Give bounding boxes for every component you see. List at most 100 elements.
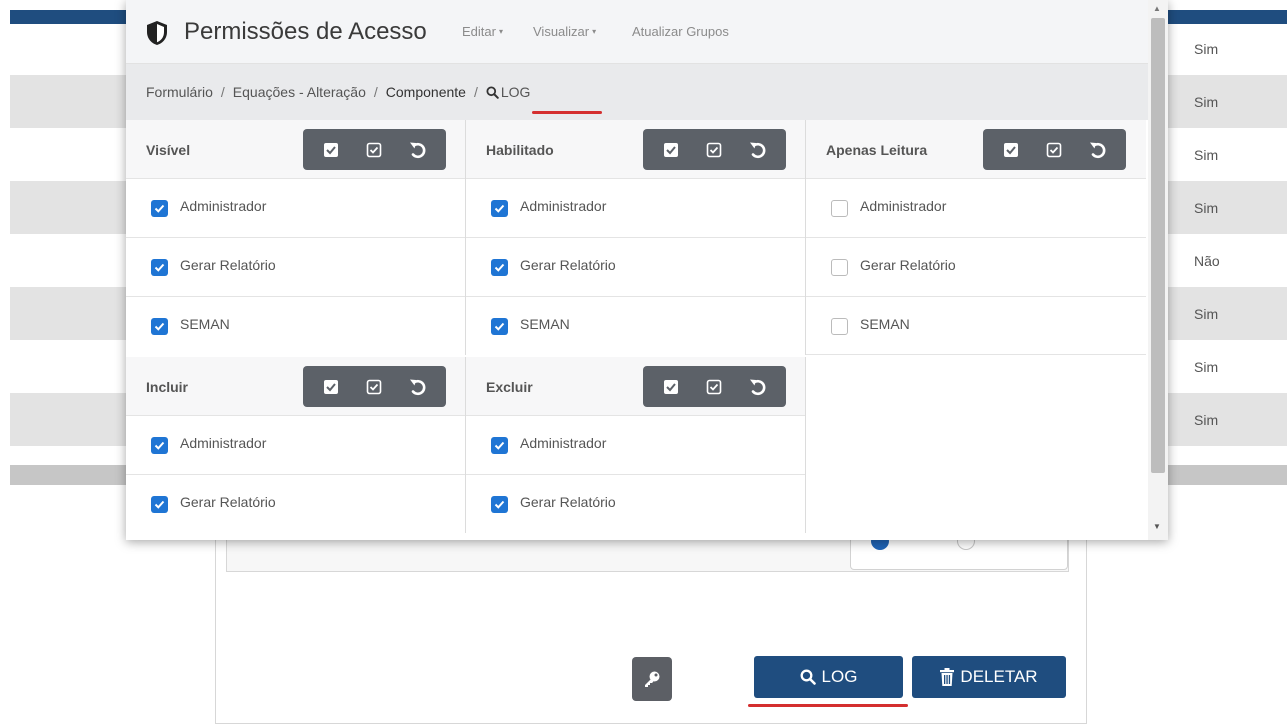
menu-refresh-groups[interactable]: Atualizar Grupos	[632, 24, 729, 39]
undo-button[interactable]	[744, 136, 772, 164]
check-icon	[154, 441, 165, 450]
permission-label: Gerar Relatório	[180, 494, 276, 510]
checkbox-checked[interactable]	[151, 496, 168, 513]
check-all-icon	[323, 379, 338, 394]
undo-button[interactable]	[1084, 136, 1112, 164]
breadcrumb-component[interactable]: Componente	[386, 84, 466, 100]
check-icon	[154, 263, 165, 272]
column-title: Apenas Leitura	[826, 142, 928, 158]
undo-button[interactable]	[744, 373, 772, 401]
table-cell-value: Sim	[1194, 94, 1219, 110]
breadcrumb-separator: /	[373, 84, 378, 100]
column-header: Apenas Leitura	[806, 120, 1146, 178]
column-button-group	[643, 129, 786, 170]
permission-item[interactable]: Administrador	[126, 178, 465, 237]
log-button[interactable]: LOG	[754, 656, 903, 698]
undo-button[interactable]	[404, 373, 432, 401]
permission-label: Gerar Relatório	[520, 257, 616, 273]
checkbox-checked[interactable]	[151, 259, 168, 276]
breadcrumb: Formulário / Equações - Alteração / Comp…	[126, 64, 1148, 120]
permission-item[interactable]: Gerar Relatório	[466, 237, 805, 296]
checkbox-checked[interactable]	[151, 437, 168, 454]
permission-label: Administrador	[860, 198, 947, 214]
checkbox-checked[interactable]	[151, 318, 168, 335]
check-all-icon	[663, 379, 678, 394]
modal-title: Permissões de Acesso	[184, 18, 427, 45]
menu-edit[interactable]: Editar ▾	[462, 24, 503, 39]
breadcrumb-log-highlight	[532, 111, 602, 114]
check-icon	[154, 500, 165, 509]
table-cell-value: Sim	[1194, 147, 1219, 163]
check-icon	[494, 500, 505, 509]
permission-item[interactable]: Administrador	[806, 178, 1146, 237]
permission-item[interactable]: SEMAN	[466, 296, 805, 355]
breadcrumb-equations[interactable]: Equações - Alteração	[233, 84, 366, 100]
checkbox-checked[interactable]	[491, 496, 508, 513]
permission-item[interactable]: Gerar Relatório	[126, 237, 465, 296]
search-icon	[486, 85, 499, 99]
permission-label: Administrador	[180, 198, 267, 214]
check-icon	[494, 263, 505, 272]
check-square-button[interactable]	[360, 373, 388, 401]
permissions-key-button[interactable]	[632, 657, 672, 701]
check-all-button[interactable]	[657, 373, 685, 401]
check-all-button[interactable]	[317, 373, 345, 401]
breadcrumb-log-label: LOG	[500, 84, 531, 100]
check-square-icon	[367, 379, 382, 394]
checkbox-unchecked[interactable]	[831, 318, 848, 335]
checkbox-checked[interactable]	[491, 259, 508, 276]
table-cell-value: Não	[1194, 253, 1220, 269]
column-title: Habilitado	[486, 142, 554, 158]
check-square-button[interactable]	[360, 136, 388, 164]
check-all-icon	[663, 142, 678, 157]
column-title: Incluir	[146, 379, 189, 395]
column-header: Habilitado	[466, 120, 805, 178]
permission-item[interactable]: Administrador	[466, 415, 805, 474]
check-icon	[494, 322, 505, 331]
column-button-group	[303, 366, 446, 407]
permission-item[interactable]: Administrador	[126, 415, 465, 474]
delete-button[interactable]: DELETAR	[912, 656, 1066, 698]
check-icon	[154, 322, 165, 331]
permission-item[interactable]: Gerar Relatório	[806, 237, 1146, 296]
permission-item[interactable]: SEMAN	[806, 296, 1146, 355]
breadcrumb-separator: /	[473, 84, 478, 100]
scroll-down-arrow-icon[interactable]: ▼	[1153, 522, 1161, 531]
check-all-button[interactable]	[997, 136, 1025, 164]
caret-down-icon: ▾	[498, 27, 503, 36]
permission-label: SEMAN	[180, 316, 230, 332]
permission-column-enabled: Habilitado Administrador Gerar Relatório…	[466, 120, 806, 355]
undo-icon	[410, 142, 426, 158]
column-button-group	[303, 129, 446, 170]
check-square-icon	[707, 142, 722, 157]
table-cell-value: Sim	[1194, 306, 1219, 322]
permission-item[interactable]: Gerar Relatório	[126, 474, 465, 533]
breadcrumb-log[interactable]: LOG	[486, 84, 531, 100]
permission-item[interactable]: Gerar Relatório	[466, 474, 805, 533]
check-all-button[interactable]	[657, 136, 685, 164]
checkbox-unchecked[interactable]	[831, 200, 848, 217]
column-button-group	[643, 366, 786, 407]
checkbox-checked[interactable]	[491, 200, 508, 217]
check-all-button[interactable]	[317, 136, 345, 164]
permission-label: Administrador	[520, 435, 607, 451]
checkbox-checked[interactable]	[151, 200, 168, 217]
checkbox-unchecked[interactable]	[831, 259, 848, 276]
trash-icon	[940, 668, 955, 686]
menu-edit-label: Editar	[462, 24, 496, 39]
breadcrumb-form[interactable]: Formulário	[146, 84, 213, 100]
checkbox-checked[interactable]	[491, 437, 508, 454]
menu-view[interactable]: Visualizar ▾	[533, 24, 596, 39]
check-square-button[interactable]	[700, 136, 728, 164]
permission-label: Gerar Relatório	[520, 494, 616, 510]
scrollbar-thumb[interactable]	[1151, 18, 1165, 473]
permission-item[interactable]: SEMAN	[126, 296, 465, 355]
permission-column-visible: Visível Administrador Gerar Relatório SE…	[126, 120, 466, 355]
permission-item[interactable]: Administrador	[466, 178, 805, 237]
undo-button[interactable]	[404, 136, 432, 164]
check-square-button[interactable]	[700, 373, 728, 401]
scroll-up-arrow-icon[interactable]: ▲	[1153, 4, 1161, 13]
check-square-button[interactable]	[1040, 136, 1068, 164]
check-square-icon	[1047, 142, 1062, 157]
checkbox-checked[interactable]	[491, 318, 508, 335]
